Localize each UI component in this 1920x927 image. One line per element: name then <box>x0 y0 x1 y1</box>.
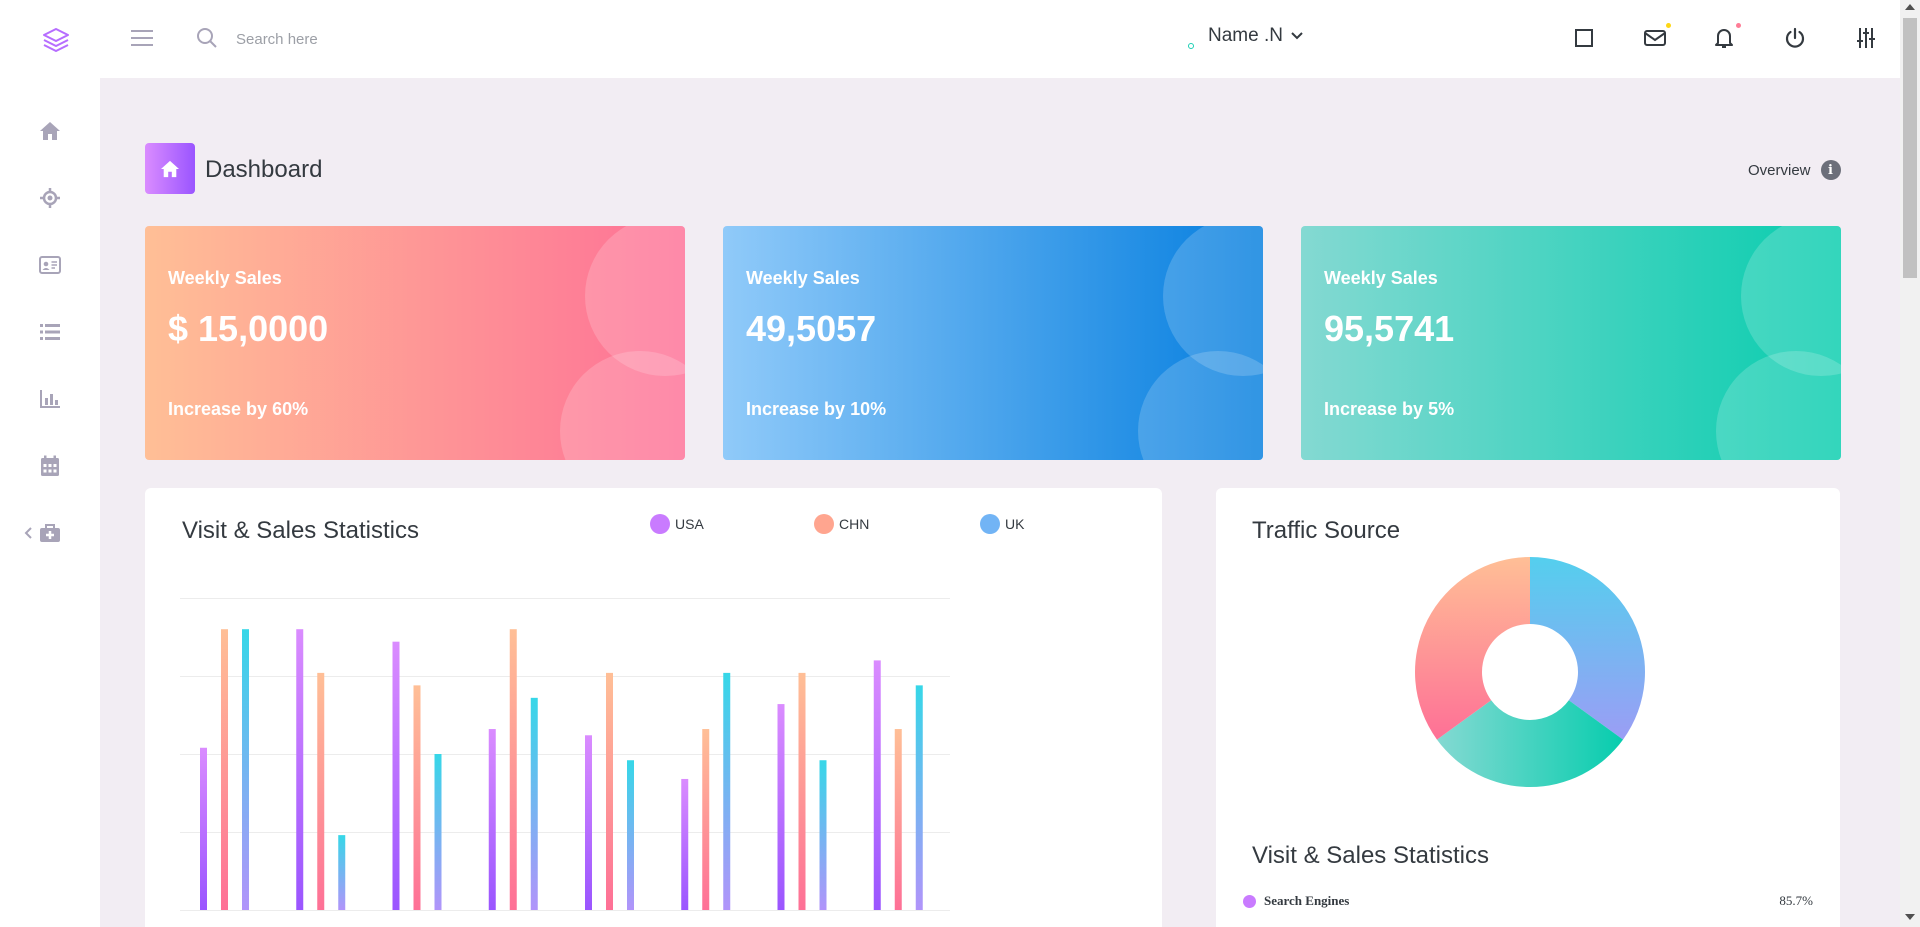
layers-icon[interactable] <box>40 24 72 56</box>
bar-uk[interactable] <box>242 629 249 910</box>
info-circle-icon: i <box>1820 160 1841 180</box>
mail-icon[interactable] <box>1641 24 1669 52</box>
bar-uk[interactable] <box>338 835 346 910</box>
bar-usa[interactable] <box>392 641 400 910</box>
traffic-source-title: Traffic Source <box>1252 517 1401 544</box>
bar-uk[interactable] <box>915 685 923 910</box>
weekly-sales-card: Weekly Sales 95,5741 Increase by 5% <box>1301 226 1841 460</box>
card-label: Weekly Sales <box>1324 268 1438 288</box>
id-card-icon[interactable] <box>36 251 64 279</box>
legend-dot <box>1243 894 1256 908</box>
bar-chn[interactable] <box>894 729 902 910</box>
bell-icon[interactable] <box>1710 24 1738 52</box>
top-navbar: Name .N <box>100 0 1900 78</box>
power-icon[interactable] <box>1781 24 1809 52</box>
legend-dot <box>650 514 670 534</box>
hamburger-menu-icon[interactable] <box>130 26 154 50</box>
bar-uk[interactable] <box>819 760 827 910</box>
visit-sales-title: Visit & Sales Statistics <box>182 517 419 544</box>
bar-usa[interactable] <box>873 660 881 910</box>
card-label: Weekly Sales <box>168 268 282 288</box>
overview-label: Overview <box>1748 161 1811 179</box>
bar-uk[interactable] <box>723 672 731 910</box>
sidebar <box>0 0 100 927</box>
traffic-stat-value: 85.7% <box>1779 893 1813 908</box>
search-icon <box>196 27 218 49</box>
legend-item-chn: CHN <box>814 514 869 534</box>
card-value: $ 15,0000 <box>168 308 329 349</box>
user-profile-dropdown[interactable]: Name .N <box>1208 25 1303 47</box>
bar-chn[interactable] <box>317 672 325 910</box>
mail-notification-dot <box>1666 23 1671 28</box>
donut-slice[interactable] <box>1415 557 1530 740</box>
visit-sales-bar-chart <box>180 598 950 911</box>
card-subtext: Increase by 5% <box>1324 399 1455 419</box>
donut-slice[interactable] <box>1530 557 1645 740</box>
vertical-scrollbar[interactable] <box>1900 0 1920 927</box>
fullscreen-icon[interactable] <box>1570 24 1598 52</box>
bar-chn[interactable] <box>606 672 613 910</box>
scroll-up-arrow[interactable] <box>1905 4 1915 10</box>
legend-dot <box>814 514 834 534</box>
bar-chn[interactable] <box>221 629 228 910</box>
bell-notification-dot <box>1736 23 1741 28</box>
legend-label: USA <box>675 516 704 532</box>
bar-usa[interactable] <box>296 629 304 910</box>
scroll-down-arrow[interactable] <box>1905 914 1915 920</box>
bar-chn[interactable] <box>509 629 517 910</box>
bar-chn[interactable] <box>798 672 806 910</box>
traffic-stat-row: Search Engines 85.7% <box>1243 893 1813 909</box>
sliders-icon[interactable] <box>1852 24 1880 52</box>
scrollbar-thumb[interactable] <box>1903 18 1917 278</box>
card-subtext: Increase by 10% <box>746 399 887 419</box>
crosshair-icon[interactable] <box>36 184 64 212</box>
list-icon[interactable] <box>36 318 64 346</box>
medical-kit-icon[interactable] <box>36 519 64 547</box>
page-title: Dashboard <box>205 156 323 183</box>
traffic-stat-label: Search Engines <box>1264 893 1350 908</box>
page-home-icon <box>145 143 195 194</box>
search-input[interactable] <box>236 24 536 54</box>
decorative-circle <box>560 351 685 460</box>
legend-dot <box>980 514 1000 534</box>
bar-chn[interactable] <box>413 685 421 910</box>
bar-uk[interactable] <box>530 697 538 910</box>
calendar-icon[interactable] <box>36 452 64 480</box>
bar-usa[interactable] <box>200 747 207 910</box>
card-label: Weekly Sales <box>746 268 860 288</box>
home-icon[interactable] <box>36 117 64 145</box>
decorative-circle <box>1138 351 1263 460</box>
weekly-sales-card: Weekly Sales $ 15,0000 Increase by 60% <box>145 226 685 460</box>
card-value: 95,5741 <box>1324 308 1455 349</box>
chevron-left-icon[interactable] <box>22 526 34 540</box>
bar-usa[interactable] <box>777 704 785 910</box>
bar-uk[interactable] <box>627 760 634 910</box>
decorative-circle <box>1716 351 1841 460</box>
bar-usa[interactable] <box>488 729 496 910</box>
bar-usa[interactable] <box>681 778 689 910</box>
user-name: Name .N <box>1208 25 1283 46</box>
legend-item-usa: USA <box>650 514 704 534</box>
overview-link[interactable]: Overview i <box>1748 160 1841 180</box>
traffic-stats-title: Visit & Sales Statistics <box>1252 842 1489 869</box>
traffic-donut-chart <box>1415 557 1645 787</box>
bar-uk[interactable] <box>434 754 442 910</box>
bar-chart-icon[interactable] <box>36 385 64 413</box>
online-status-icon <box>1188 43 1194 49</box>
chevron-down-icon <box>1291 32 1303 40</box>
legend-label: CHN <box>839 516 870 532</box>
card-subtext: Increase by 60% <box>168 399 309 419</box>
legend-label: UK <box>1005 516 1025 532</box>
bar-usa[interactable] <box>585 735 592 910</box>
weekly-sales-card: Weekly Sales 49,5057 Increase by 10% <box>723 226 1263 460</box>
card-value: 49,5057 <box>746 308 877 349</box>
bar-chn[interactable] <box>702 729 710 910</box>
legend-item-uk: UK <box>980 514 1024 534</box>
